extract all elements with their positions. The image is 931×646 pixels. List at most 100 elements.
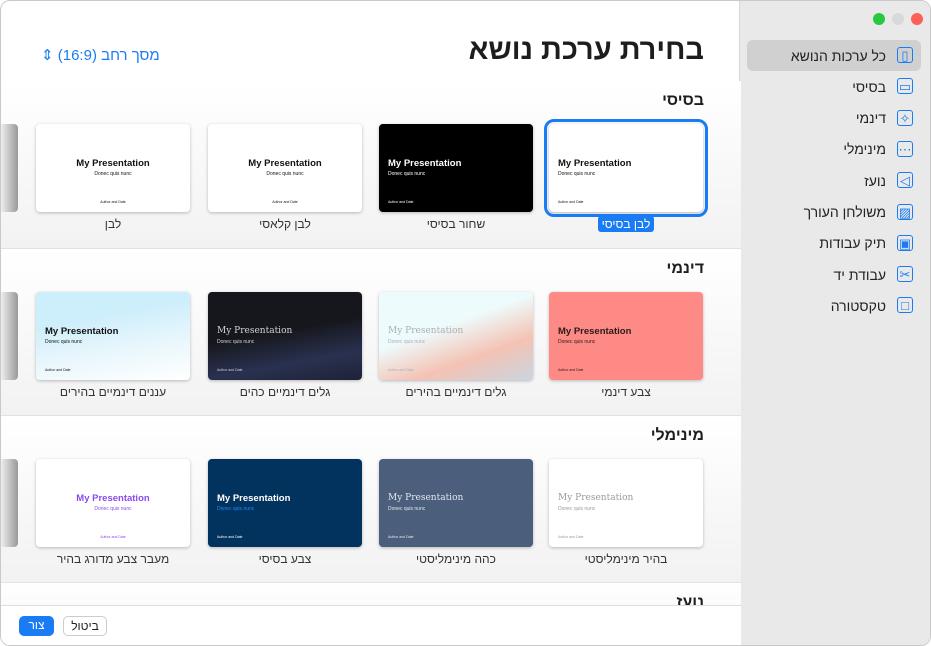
section-title: דינמי — [666, 260, 704, 277]
thumb-author: Author and Date — [558, 368, 584, 372]
megaphone-icon: ◁ — [897, 172, 913, 189]
thumb-subtitle: Donec quis nunc — [217, 506, 255, 512]
theme-label[interactable]: בהיר מינימליסטי — [549, 552, 703, 566]
thumb-subtitle: Donec quis nunc — [558, 506, 596, 512]
sidebar-item-label: עבודת יד — [833, 266, 886, 283]
thumb-subtitle: Donec quis nunc — [94, 171, 132, 177]
sidebar-item[interactable]: ⋯ מינימלי — [747, 134, 921, 165]
thumb-title: My Presentation — [217, 326, 293, 336]
theme-thumbnail[interactable]: My Presentation Donec quis nunc Author a… — [379, 459, 533, 547]
theme-label[interactable]: צבע בסיסי — [208, 552, 362, 566]
theme-thumbnail[interactable]: My Presentation Donec quis nunc Author a… — [379, 292, 533, 380]
theme-thumbnail[interactable]: My Presentation Donec quis nunc Author a… — [208, 124, 362, 212]
thumb-subtitle: Donec quis nunc — [388, 506, 426, 512]
theme-name: בהיר מינימליסטי — [584, 552, 668, 566]
sidebar-item-label: טקסטורה — [830, 297, 886, 314]
sidebar-item-label: מינימלי — [843, 141, 886, 158]
maximize-button[interactable] — [873, 13, 885, 25]
theme-thumbnail[interactable]: My Presentation Donec quis nunc Author a… — [208, 292, 362, 380]
thumb-title: My Presentation — [558, 493, 634, 503]
texture-frame-icon: □ — [897, 297, 913, 314]
sparkles-icon: ✧ — [897, 109, 913, 126]
theme-name: צבע בסיסי — [258, 552, 312, 566]
thumb-author: Author and Date — [100, 535, 126, 539]
theme-name: גלים דינמיים בהירים — [405, 385, 507, 399]
thumb-subtitle: Donec quis nunc — [217, 339, 255, 345]
thumb-title: My Presentation — [217, 493, 291, 504]
updown-chevron-icon: ⇕ — [41, 47, 54, 64]
scissors-icon: ✂ — [897, 266, 913, 283]
theme-label[interactable]: גלים דינמיים כהים — [208, 385, 362, 399]
sidebar-item-label: תיק עבודות — [819, 235, 886, 252]
create-button[interactable]: צור — [19, 616, 54, 636]
sidebar-item[interactable]: ▣ תיק עבודות — [747, 228, 921, 259]
theme-name: לבן בסיסי — [597, 216, 655, 232]
theme-section: מינימלי My Presentation Donec quis nunc … — [1, 416, 741, 583]
thumb-author: Author and Date — [272, 200, 298, 204]
theme-label[interactable]: עננים דינמיים בהירים — [36, 385, 190, 399]
theme-label[interactable]: לבן בסיסי — [549, 216, 703, 232]
theme-thumbnail-partial[interactable] — [1, 124, 18, 212]
theme-label[interactable]: לבן קלאסי — [208, 217, 362, 231]
sidebar-item-label: בסיסי — [852, 78, 886, 95]
thumb-subtitle: Donec quis nunc — [558, 339, 596, 345]
theme-thumbnail[interactable]: My Presentation Donec quis nunc Author a… — [544, 119, 708, 217]
briefcase-icon: ▣ — [897, 234, 913, 251]
aspect-ratio-popup[interactable]: מסך רחב (16:9) ⇕ — [41, 46, 160, 64]
thumb-title: My Presentation — [76, 158, 150, 169]
theme-thumbnail[interactable]: My Presentation Donec quis nunc Author a… — [549, 459, 703, 547]
theme-label[interactable]: לבן — [36, 217, 190, 231]
theme-name: גלים דינמיים כהים — [239, 385, 331, 399]
theme-label[interactable]: גלים דינמיים בהירים — [379, 385, 533, 399]
theme-chooser-window: ▯ כל ערכות הנושא ▭ בסיסי ✧ דינמי ⋯ מינימ… — [0, 0, 931, 646]
thumb-author: Author and Date — [217, 535, 243, 539]
section-title: בסיסי — [662, 92, 704, 109]
theme-label[interactable]: שחור בסיסי — [379, 217, 533, 231]
minimize-button[interactable] — [892, 13, 904, 25]
theme-name: צבע דינמי — [601, 385, 651, 399]
theme-name: שחור בסיסי — [426, 217, 486, 231]
sidebar-item[interactable]: ▨ משולחן העורך — [747, 197, 921, 228]
sidebar: ▯ כל ערכות הנושא ▭ בסיסי ✧ דינמי ⋯ מינימ… — [739, 1, 930, 645]
thumb-title: My Presentation — [45, 326, 119, 337]
theme-name: עננים דינמיים בהירים — [59, 385, 167, 399]
theme-thumbnail[interactable]: My Presentation Donec quis nunc Author a… — [379, 124, 533, 212]
thumb-title: My Presentation — [558, 158, 632, 169]
thumb-author: Author and Date — [558, 535, 584, 539]
theme-label[interactable]: מעבר צבע מדורג בהיר — [36, 552, 190, 566]
sidebar-item[interactable]: ▯ כל ערכות הנושא — [747, 40, 921, 71]
window-controls — [873, 13, 923, 25]
grid-icon: ▯ — [897, 47, 913, 63]
theme-name: מעבר צבע מדורג בהיר — [56, 552, 170, 566]
thumb-title: My Presentation — [388, 158, 462, 169]
theme-name: כהה מינימליסטי — [416, 552, 496, 566]
sidebar-item[interactable]: ◁ נועז — [747, 165, 921, 196]
photo-icon: ▨ — [897, 203, 913, 220]
theme-thumbnail[interactable]: My Presentation Donec quis nunc Author a… — [36, 292, 190, 380]
thumb-author: Author and Date — [100, 200, 126, 204]
sidebar-item[interactable]: □ טקסטורה — [747, 290, 921, 321]
cancel-button[interactable]: ביטול — [63, 616, 107, 636]
sidebar-item-label: משולחן העורך — [803, 204, 886, 220]
close-button[interactable] — [911, 13, 923, 25]
sidebar-item[interactable]: ✧ דינמי — [747, 103, 921, 134]
theme-section: בסיסי My Presentation Donec quis nunc Au… — [1, 81, 741, 249]
thumb-author: Author and Date — [388, 368, 414, 372]
theme-thumbnail[interactable]: My Presentation Donec quis nunc Author a… — [208, 459, 362, 547]
theme-label[interactable]: כהה מינימליסטי — [379, 552, 533, 566]
thumb-author: Author and Date — [388, 200, 414, 204]
thumb-title: My Presentation — [76, 493, 150, 504]
ellipsis-rect-icon: ⋯ — [897, 140, 913, 157]
theme-thumbnail[interactable]: My Presentation Donec quis nunc Author a… — [36, 124, 190, 212]
sidebar-item[interactable]: ▭ בסיסי — [747, 71, 921, 102]
sidebar-item[interactable]: ✂ עבודת יד — [747, 259, 921, 290]
theme-thumbnail[interactable]: My Presentation Donec quis nunc Author a… — [36, 459, 190, 547]
sidebar-item-label: דינמי — [855, 110, 886, 127]
theme-thumbnail-partial[interactable] — [1, 292, 18, 380]
thumb-author: Author and Date — [388, 535, 414, 539]
theme-section: דינמי My Presentation Donec quis nunc Au… — [1, 249, 741, 416]
thumb-title: My Presentation — [388, 493, 464, 503]
theme-thumbnail-partial[interactable] — [1, 459, 18, 547]
theme-label[interactable]: צבע דינמי — [549, 385, 703, 399]
theme-thumbnail[interactable]: My Presentation Donec quis nunc Author a… — [549, 292, 703, 380]
